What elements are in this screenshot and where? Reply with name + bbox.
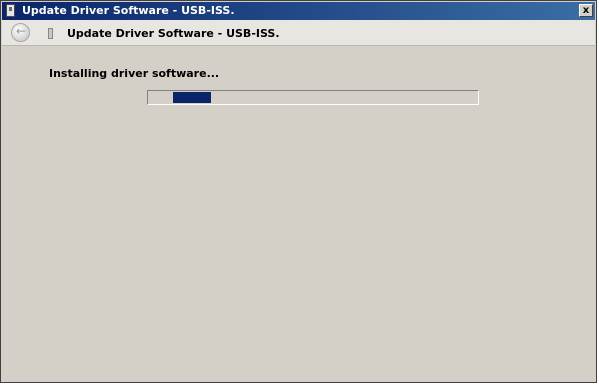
navigation-bar: ← Update Driver Software - USB-ISS.	[2, 20, 595, 46]
content-area: Installing driver software...	[2, 46, 595, 381]
usb-device-icon	[6, 4, 15, 17]
back-button[interactable]: ←	[11, 23, 30, 42]
title-bar[interactable]: Update Driver Software - USB-ISS. x	[2, 2, 595, 20]
status-heading: Installing driver software...	[49, 67, 220, 80]
back-arrow-icon: ←	[16, 24, 27, 38]
progress-bar	[147, 90, 479, 105]
close-button[interactable]: x	[579, 4, 593, 17]
usb-device-icon	[48, 28, 53, 39]
progress-bar-fill	[173, 92, 211, 103]
window-title: Update Driver Software - USB-ISS.	[22, 4, 235, 17]
dialog-window: Update Driver Software - USB-ISS. x ← Up…	[0, 0, 597, 383]
page-title: Update Driver Software - USB-ISS.	[67, 27, 280, 40]
